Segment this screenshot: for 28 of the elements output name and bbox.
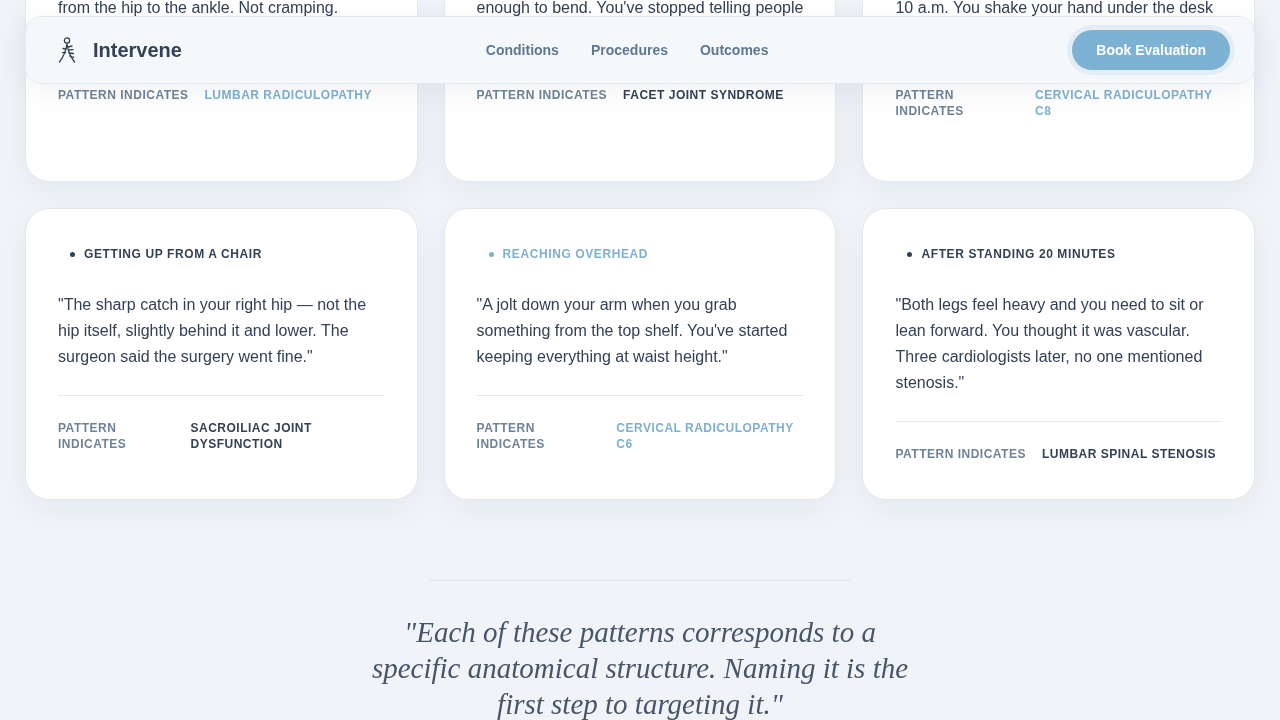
patient-quote: "A jolt down your arm when you grab something from the top shelf. You've started keeping everything at waist height." (476, 295, 789, 367)
patient-quote: enough to bend. You've stopped telling people (476, 0, 804, 16)
closing-quote: "Each of these patterns corresponds to a specific anatomical structure. Naming it is the first step to targeting it." (370, 615, 910, 720)
nav-link[interactable]: Conditions (485, 42, 559, 58)
spine-icon (58, 37, 76, 63)
brand-name: Intervene (93, 38, 182, 62)
diagnosis-label: CERVICAL RADICULOPATHY C8 (1035, 87, 1214, 119)
trigger-label: REACHING OVERHEAD (502, 247, 649, 261)
pattern-label: PATTERN INDICATES (58, 87, 189, 103)
diagnosis-label: SACROILIAC JOINT DYSFUNCTION (190, 420, 313, 452)
pattern-label: PATTERN INDICATES (476, 420, 546, 452)
patient-quote: "The sharp catch in your right hip — not the hip itself, slightly behind it and lower. The surgeon said the surgery went fine." (58, 295, 368, 367)
book-evaluation-button[interactable]: Book Evaluation (1072, 30, 1230, 70)
nav-link[interactable]: Outcomes (699, 42, 769, 58)
pattern-label: PATTERN INDICATES (895, 87, 965, 119)
trigger-label: AFTER STANDING 20 MINUTES (921, 247, 1116, 261)
patient-quote: "Both legs feel heavy and you need to sit or lean forward. You thought it was vascular. Three cardiologists later, no one mentioned stenosis." (895, 295, 1205, 393)
diagnosis-label: LUMBAR SPINAL STENOSIS (1041, 446, 1217, 462)
diagnosis-label: CERVICAL RADICULOPATHY C6 (616, 420, 795, 452)
patient-quote: from the hip to the ankle. Not cramping. (58, 0, 340, 16)
diagnosis-label: LUMBAR RADICULOPATHY (204, 87, 373, 103)
pattern-label: PATTERN INDICATES (895, 446, 1026, 462)
diagnosis-label: FACET JOINT SYNDROME (623, 87, 784, 103)
nav-link[interactable]: Procedures (590, 42, 668, 58)
pattern-label: PATTERN INDICATES (58, 420, 128, 452)
patient-quote: 10 a.m. You shake your hand under the desk (895, 0, 1214, 16)
trigger-label: GETTING UP FROM A CHAIR (84, 247, 263, 261)
pattern-label: PATTERN INDICATES (476, 87, 608, 103)
